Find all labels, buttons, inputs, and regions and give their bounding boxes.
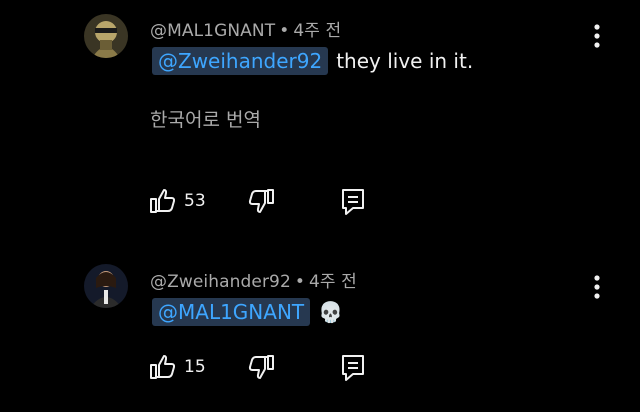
like-button[interactable]: 15 xyxy=(148,353,206,381)
comment-text: @MAL1GNANT 💀 xyxy=(152,298,343,326)
timestamp[interactable]: 4주 전 xyxy=(309,272,357,292)
timestamp[interactable]: 4주 전 xyxy=(293,21,341,41)
like-icon xyxy=(150,189,176,213)
like-button[interactable]: 53 xyxy=(148,187,206,215)
meta-separator: • xyxy=(294,272,306,292)
skull-emoji: 💀 xyxy=(318,300,344,324)
comment: @MAL1GNANT • 4주 전 @Zweihander92 they live i… xyxy=(0,0,640,240)
comment: @Zweihander92 • 4주 전 @MAL1GNANT 💀 15 xyxy=(0,240,640,412)
comment-meta: @MAL1GNANT • 4주 전 xyxy=(150,16,341,41)
more-vert-icon[interactable] xyxy=(586,21,608,51)
comment-text: @Zweihander92 they live in it. xyxy=(152,47,473,75)
reply-icon xyxy=(342,355,364,381)
mention-link[interactable]: @Zweihander92 xyxy=(152,47,329,75)
author-name[interactable]: @Zweihander92 xyxy=(150,272,291,292)
like-count: 53 xyxy=(184,191,206,211)
meta-separator: • xyxy=(279,21,290,41)
action-row: 15 xyxy=(148,353,378,383)
translate-button[interactable]: 한국어로 번역 xyxy=(150,105,261,132)
action-row: 53 xyxy=(148,187,378,217)
reply-button[interactable] xyxy=(340,187,366,217)
like-icon xyxy=(150,355,176,379)
comment-meta: @Zweihander92 • 4주 전 xyxy=(150,267,357,292)
avatar[interactable] xyxy=(84,264,128,308)
more-vert-icon[interactable] xyxy=(586,272,608,302)
mention-link[interactable]: @MAL1GNANT xyxy=(152,298,311,326)
reply-button[interactable] xyxy=(340,353,366,383)
dislike-icon xyxy=(248,189,274,213)
dislike-button[interactable] xyxy=(248,353,276,381)
dislike-icon xyxy=(248,355,274,379)
like-count: 15 xyxy=(184,357,206,377)
avatar[interactable] xyxy=(84,14,128,58)
reply-icon xyxy=(342,189,364,215)
comment-body: they live in it. xyxy=(336,49,474,73)
dislike-button[interactable] xyxy=(248,187,276,215)
author-name[interactable]: @MAL1GNANT xyxy=(150,21,275,41)
